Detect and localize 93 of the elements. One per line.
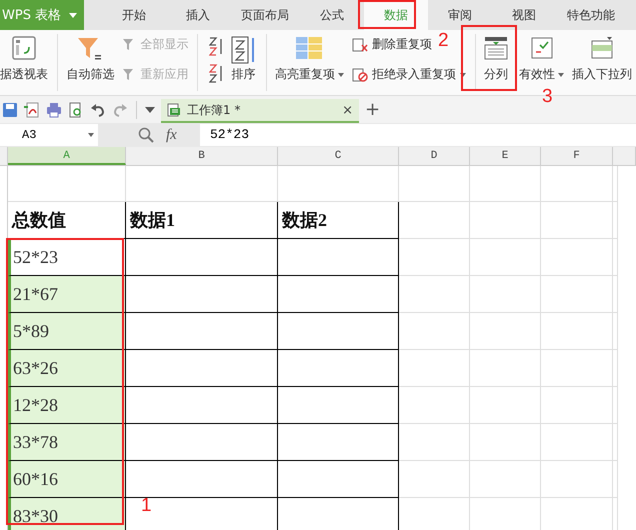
- ribbon-tab[interactable]: 特色功能: [556, 0, 626, 30]
- caret-icon: [460, 72, 466, 76]
- caret-icon: [558, 72, 564, 76]
- new-tab-button[interactable]: +: [365, 99, 380, 120]
- function-button[interactable]: fx: [166, 126, 196, 144]
- auto-filter-button[interactable]: 自动筛选: [62, 30, 118, 95]
- remove-duplicates-button[interactable]: 删除重复项: [352, 36, 432, 53]
- checklist-icon: [530, 36, 554, 60]
- table-cell: [470, 350, 541, 387]
- column-header[interactable]: F: [541, 147, 613, 165]
- table-cell: [541, 350, 613, 387]
- document-title: 工作簿1 *: [187, 102, 242, 118]
- table-cell: [470, 276, 541, 313]
- sort-button[interactable]: 排序: [226, 30, 260, 95]
- table-cell: [541, 424, 613, 461]
- table-cell: [541, 461, 613, 498]
- table-cell: [470, 313, 541, 350]
- annotation-number: 1: [141, 495, 152, 517]
- table-cell: [541, 239, 613, 276]
- caret-icon: [338, 72, 344, 76]
- column-header[interactable]: C: [278, 147, 399, 165]
- table-cell: [399, 350, 470, 387]
- undo-icon[interactable]: [90, 102, 106, 118]
- table-cell: [541, 313, 613, 350]
- ribbon-tab[interactable]: 开始: [102, 0, 166, 30]
- header-cell: 数据1: [126, 202, 278, 239]
- table-cell: [399, 461, 470, 498]
- highlight-frame: [358, 0, 416, 29]
- column-header[interactable]: E: [470, 147, 541, 165]
- pdf-export-icon[interactable]: [24, 102, 40, 118]
- annotation-number: 3: [542, 86, 553, 108]
- table-block-icon: [352, 68, 368, 82]
- table-cross-icon: [352, 38, 368, 52]
- table-cell: [399, 387, 470, 424]
- split-columns-button[interactable]: 分列: [480, 30, 512, 95]
- highlight-frame: [461, 25, 517, 91]
- table-cell: [541, 276, 613, 313]
- column-header[interactable]: D: [399, 147, 470, 165]
- text-columns-icon: [484, 36, 508, 60]
- spreadsheet-icon: [167, 103, 181, 117]
- table-cell: [470, 387, 541, 424]
- ribbon-tab[interactable]: 页面布局: [230, 0, 300, 30]
- search-icon[interactable]: [138, 127, 154, 143]
- table-cell: [470, 239, 541, 276]
- table-icon: [12, 36, 36, 60]
- ribbon-tab[interactable]: 视图: [492, 0, 556, 30]
- table-cell: [541, 387, 613, 424]
- table-cell: [399, 202, 470, 239]
- header-cell: 总数值: [8, 202, 126, 239]
- sort-icon: [230, 36, 256, 64]
- funnel-icon: [77, 36, 104, 62]
- sort-ascending-icon[interactable]: [208, 36, 224, 56]
- table-cell: 60*16: [8, 461, 126, 498]
- close-tab-button[interactable]: ×: [342, 102, 353, 118]
- table-cell: [541, 202, 613, 239]
- table-cell: 21*67: [8, 276, 126, 313]
- table-cell: 12*28: [8, 387, 126, 424]
- table-cell: [541, 166, 613, 202]
- header-cell: 数据2: [278, 202, 399, 239]
- ribbon-tab[interactable]: 插入: [166, 0, 230, 30]
- dropdown-list-icon: [590, 36, 614, 60]
- ribbon-tab[interactable]: 公式: [300, 0, 364, 30]
- insert-dropdown-button[interactable]: 插入下拉列: [568, 30, 636, 95]
- table-cell: [399, 313, 470, 350]
- table-cell: [399, 424, 470, 461]
- caret-icon: [69, 12, 78, 18]
- ribbon-tab[interactable]: 审阅: [428, 0, 492, 30]
- caret-icon[interactable]: [145, 106, 155, 112]
- table-cell: 5*89: [8, 313, 126, 350]
- document-tab[interactable]: 工作簿1 * ×: [161, 99, 359, 123]
- grid-icon: [295, 36, 324, 60]
- table-cell: [399, 239, 470, 276]
- formula-field[interactable]: 52*23: [200, 124, 636, 146]
- app-title: WPS 表格: [2, 7, 62, 24]
- column-header[interactable]: B: [126, 147, 278, 165]
- pivot-table-button[interactable]: 据透视表: [0, 30, 52, 95]
- highlight-duplicates-button[interactable]: 高亮重复项: [270, 30, 348, 95]
- print-icon[interactable]: [46, 102, 62, 118]
- table-cell: [399, 276, 470, 313]
- table-cell: 33*78: [8, 424, 126, 461]
- sort-descending-icon[interactable]: [208, 63, 224, 83]
- annotation-number: 2: [438, 30, 449, 52]
- table-cell: [399, 166, 470, 202]
- table-cell: [470, 424, 541, 461]
- name-box[interactable]: A3: [0, 124, 98, 146]
- table-cell: [470, 202, 541, 239]
- table-cell: [470, 166, 541, 202]
- table-cell: [470, 461, 541, 498]
- reject-duplicates-button[interactable]: 拒绝录入重复项: [352, 66, 466, 83]
- table-cell: 83*30: [8, 498, 126, 530]
- caret-icon: [88, 133, 94, 137]
- save-icon[interactable]: [2, 102, 18, 118]
- table-cell: 63*26: [8, 350, 126, 387]
